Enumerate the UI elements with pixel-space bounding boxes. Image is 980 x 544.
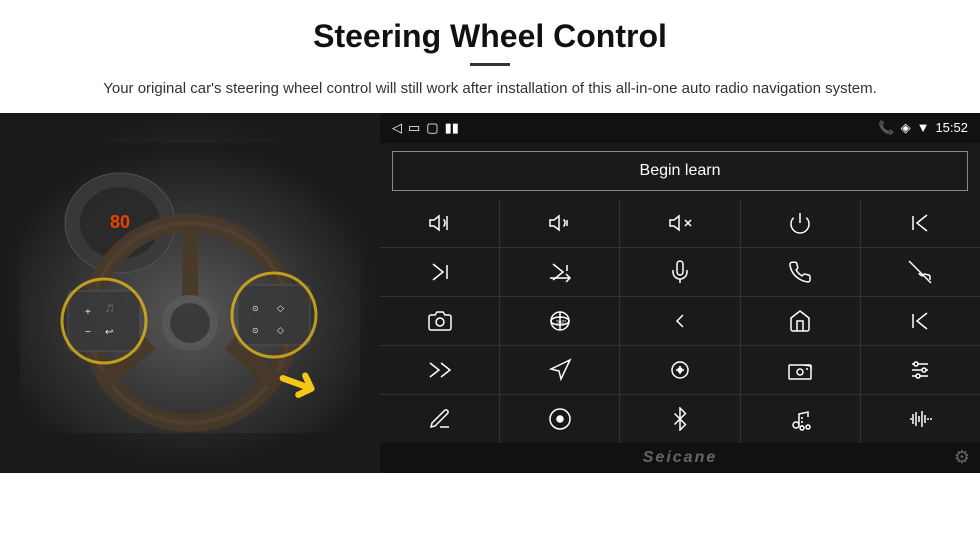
car-image-section: 80 + 🎵 − ↩	[0, 113, 380, 473]
time-display: 15:52	[935, 120, 968, 135]
skip-back-button[interactable]	[861, 297, 980, 345]
equalizer-button[interactable]	[620, 346, 739, 394]
svg-text:⊙: ⊙	[252, 326, 259, 335]
svg-text:↩: ↩	[105, 327, 113, 338]
phone-status-icon: 📞	[878, 120, 894, 136]
header-section: Steering Wheel Control Your original car…	[0, 0, 980, 113]
circle-dot-button[interactable]	[500, 395, 619, 443]
svg-text:360°: 360°	[556, 320, 566, 326]
status-left: ◁ ▭ ▢ ▮▮	[392, 120, 459, 136]
music-settings-button[interactable]	[741, 395, 860, 443]
radio-button[interactable]	[741, 346, 860, 394]
back-nav-button[interactable]	[620, 297, 739, 345]
pen-button[interactable]	[380, 395, 499, 443]
bluetooth-button[interactable]	[620, 395, 739, 443]
end-call-button[interactable]	[861, 248, 980, 296]
back-icon[interactable]: ◁	[392, 120, 402, 136]
vol-down-button[interactable]	[500, 199, 619, 247]
prev-track-phone-button[interactable]	[861, 199, 980, 247]
page-wrapper: Steering Wheel Control Your original car…	[0, 0, 980, 473]
vol-mute-button[interactable]	[620, 199, 739, 247]
brand-watermark: Seicane	[643, 449, 717, 467]
waveform-button[interactable]	[861, 395, 980, 443]
fast-forward-button[interactable]	[380, 346, 499, 394]
begin-learn-row: Begin learn	[380, 143, 980, 199]
svg-text:80: 80	[110, 212, 130, 232]
icon-grid: 360°	[380, 199, 980, 443]
svg-text:◇: ◇	[277, 325, 284, 335]
360-view-button[interactable]: 360°	[500, 297, 619, 345]
svg-text:+: +	[85, 307, 91, 318]
recents-icon[interactable]: ▢	[426, 120, 438, 136]
page-title: Steering Wheel Control	[40, 18, 940, 55]
mic-button[interactable]	[620, 248, 739, 296]
power-button[interactable]	[741, 199, 860, 247]
home-icon[interactable]: ▭	[408, 120, 420, 136]
navigation-button[interactable]	[500, 346, 619, 394]
status-right: 📞 ◈ ▼ 15:52	[878, 120, 968, 136]
settings-gear-icon[interactable]: ⚙	[954, 447, 970, 468]
car-background: 80 + 🎵 − ↩	[0, 113, 380, 473]
signal-icon: ▼	[917, 120, 930, 135]
vol-up-button[interactable]	[380, 199, 499, 247]
svg-text:◇: ◇	[277, 303, 284, 313]
phone-call-button[interactable]	[741, 248, 860, 296]
sim-icon: ▮▮	[445, 120, 459, 136]
svg-text:−: −	[85, 327, 91, 338]
svg-text:🎵: 🎵	[105, 304, 115, 313]
location-icon: ◈	[901, 120, 911, 136]
subtitle-text: Your original car's steering wheel contr…	[100, 78, 880, 101]
settings-eq-button[interactable]	[861, 346, 980, 394]
svg-text:⊙: ⊙	[252, 304, 259, 313]
shuffle-next-button[interactable]	[500, 248, 619, 296]
camera-button[interactable]	[380, 297, 499, 345]
status-bar: ◁ ▭ ▢ ▮▮ 📞 ◈ ▼ 15:52	[380, 113, 980, 143]
begin-learn-button[interactable]: Begin learn	[392, 151, 968, 191]
home-nav-button[interactable]	[741, 297, 860, 345]
content-area: 80 + 🎵 − ↩	[0, 113, 980, 473]
title-divider	[470, 63, 510, 66]
control-panel: ◁ ▭ ▢ ▮▮ 📞 ◈ ▼ 15:52 Begin learn	[380, 113, 980, 473]
bottom-bar: Seicane ⚙	[380, 443, 980, 473]
next-track-button[interactable]	[380, 248, 499, 296]
